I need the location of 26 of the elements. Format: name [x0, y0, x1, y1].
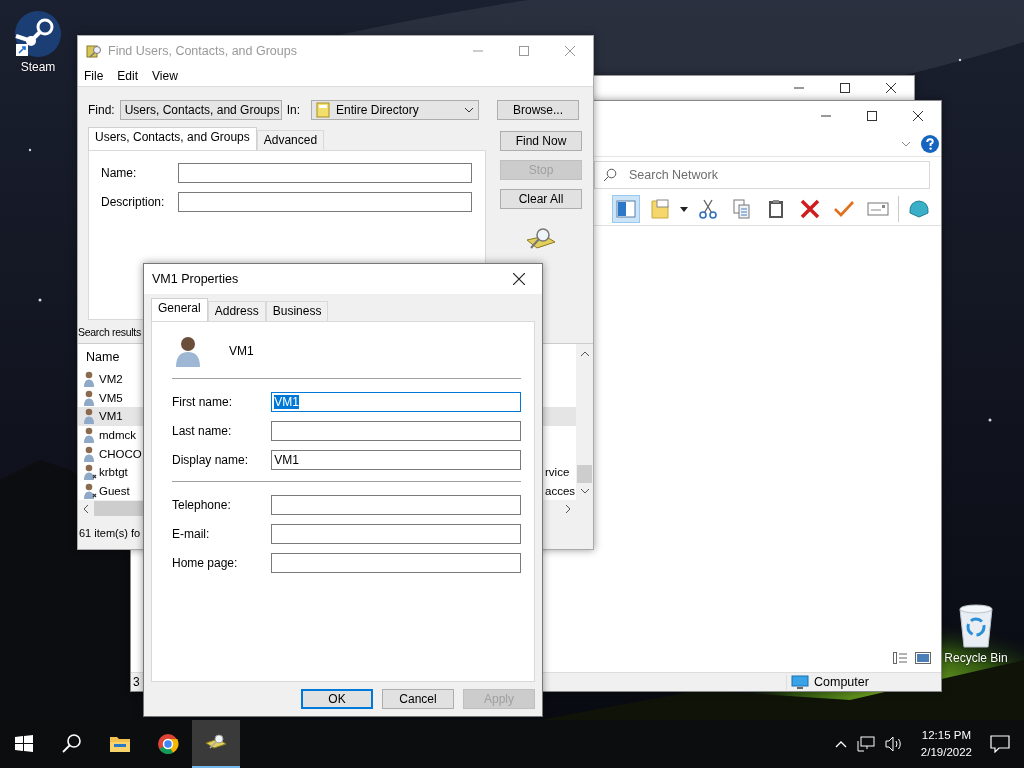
status-text: 3 — [133, 675, 140, 689]
field-label: Last name: — [172, 424, 233, 438]
status-text: Computer — [814, 675, 869, 689]
dialog-title: VM1 Properties — [152, 272, 239, 286]
section-label: Search results — [78, 326, 142, 338]
field-label: Name: — [101, 166, 138, 180]
list-cell: krbtgt — [99, 466, 128, 479]
list-cell: Guest — [99, 484, 130, 497]
field-label: Display name: — [172, 453, 250, 467]
list-cell: rvice — [545, 466, 570, 479]
list-cell: VM2 — [99, 372, 123, 385]
field-label: E-mail: — [172, 527, 211, 541]
list-cell: acces — [545, 484, 576, 497]
list-cell: VM5 — [99, 391, 123, 404]
field-label: Home page: — [172, 556, 239, 570]
field-label: Telephone: — [172, 498, 232, 512]
field-label: Description: — [101, 195, 166, 209]
status-text: 61 item(s) fo — [79, 527, 141, 539]
field-label: Find: — [88, 103, 115, 117]
user-name: VM1 — [229, 344, 254, 358]
window-title: Find Users, Contacts, and Groups — [108, 44, 297, 58]
list-cell: VM1 — [99, 410, 123, 423]
list-cell: mdmck — [99, 428, 137, 441]
field-label: First name: — [172, 395, 233, 409]
field-label: In: — [286, 103, 301, 117]
list-cell: CHOCO — [99, 447, 142, 460]
